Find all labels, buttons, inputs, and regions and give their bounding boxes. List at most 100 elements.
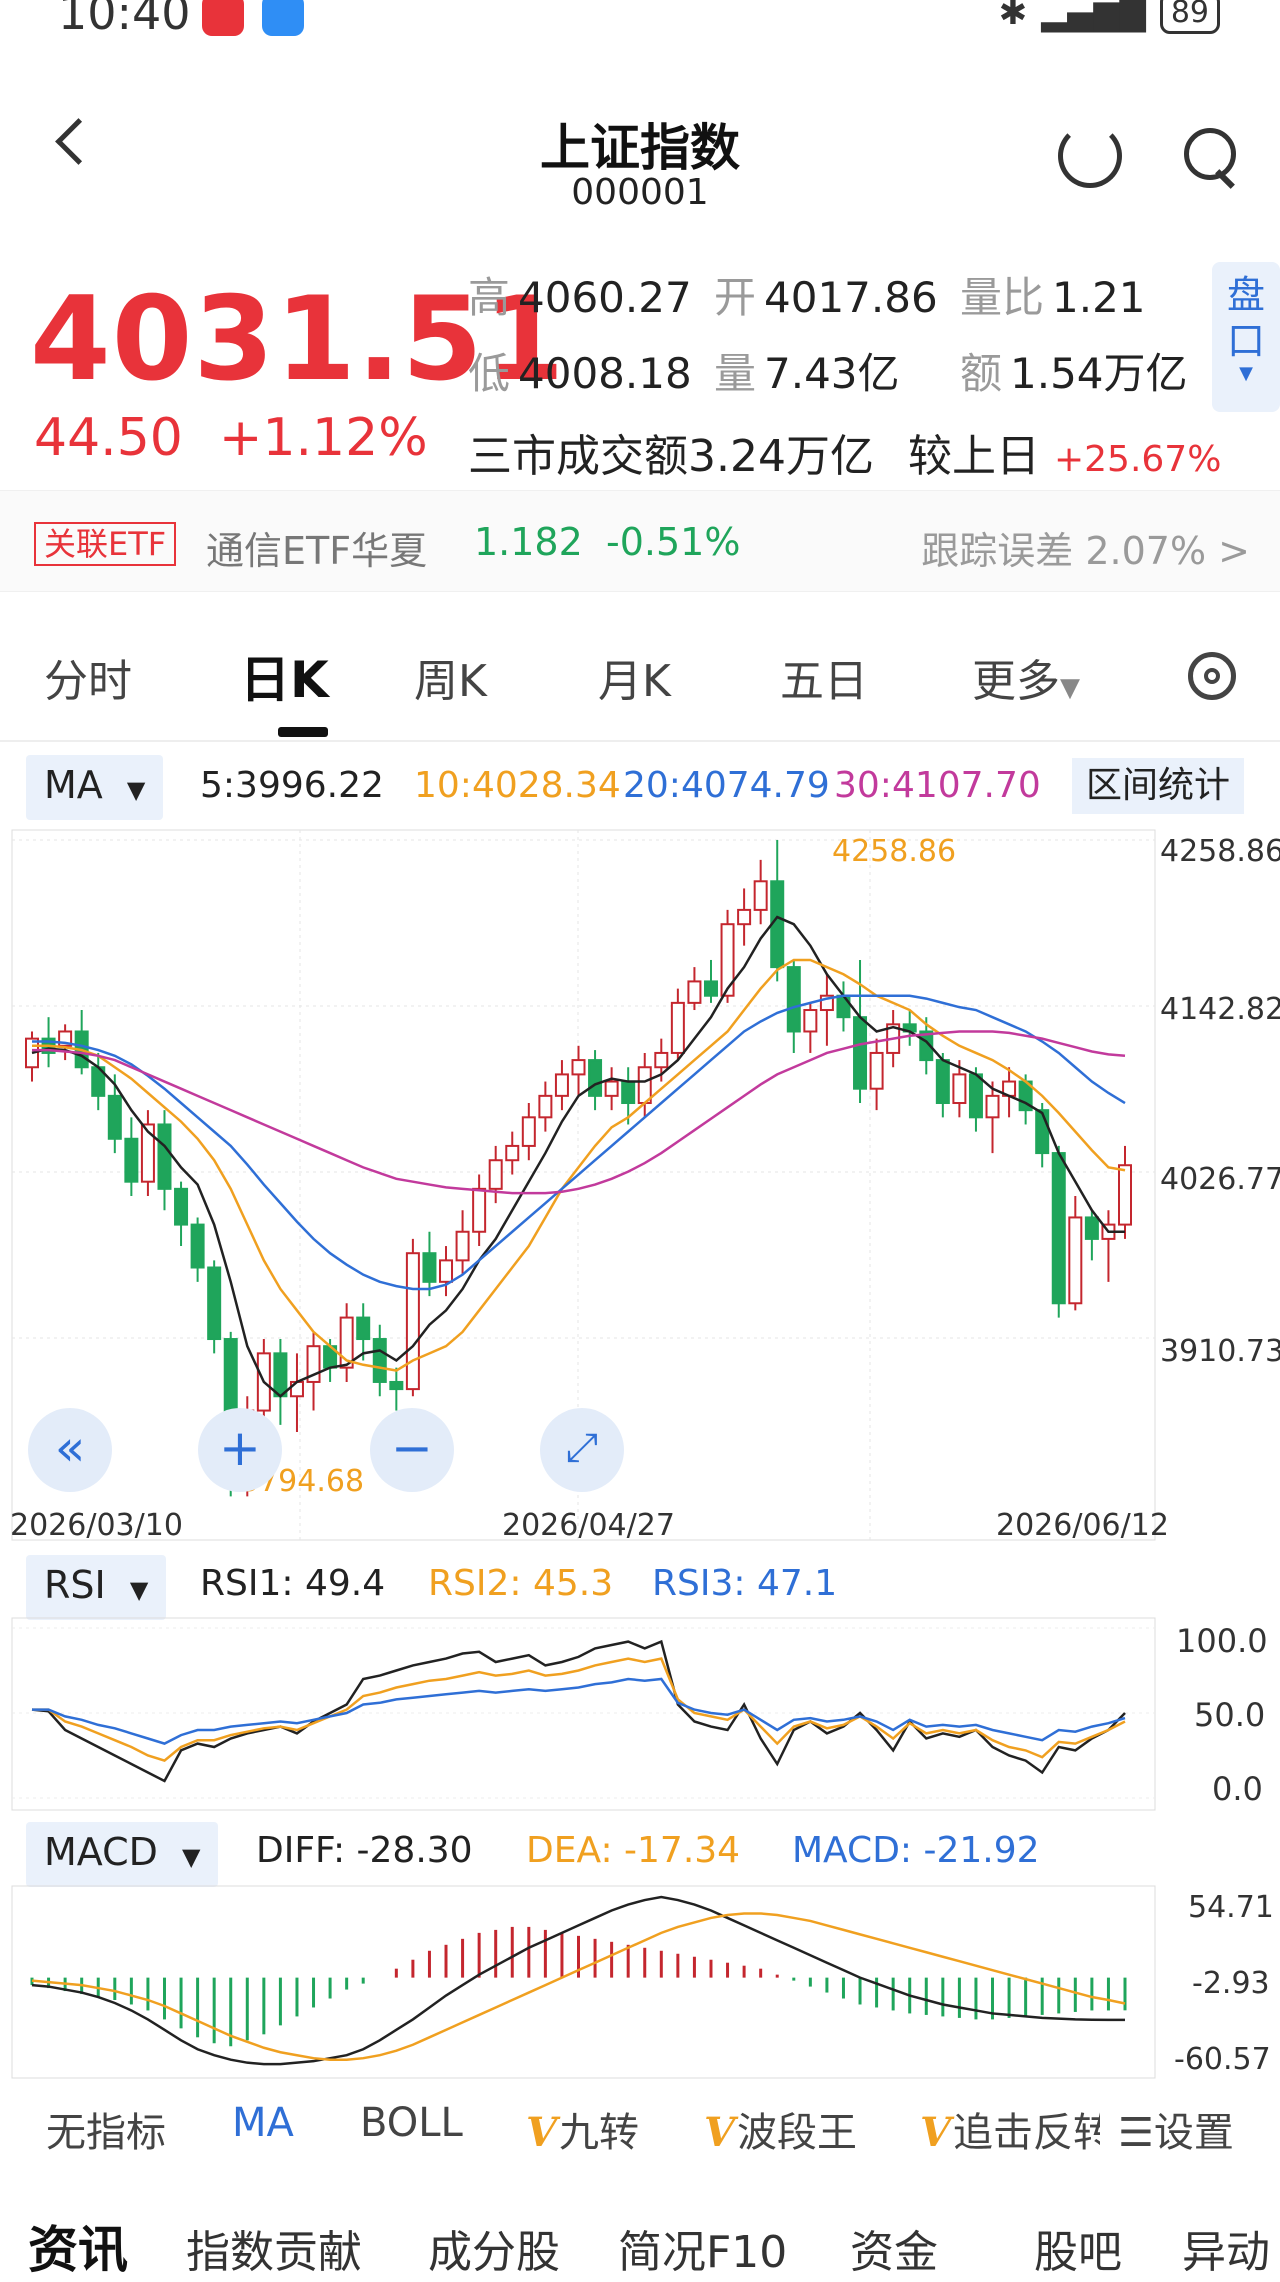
bluetooth-icon: ✱ — [998, 0, 1028, 33]
tab-movements[interactable]: 异动 — [1182, 2216, 1270, 2280]
zoom-in-button[interactable]: + — [198, 1408, 282, 1492]
candle-body — [637, 1066, 652, 1105]
price-change: 44.50 +1.12% — [34, 408, 428, 468]
indicator-settings-button[interactable]: ☰设置 — [1112, 2100, 1234, 2158]
kline-chart[interactable] — [0, 826, 1280, 1548]
candle-body — [968, 1073, 983, 1119]
ma20-value: 20:4074.79 — [623, 765, 830, 806]
tracking-error[interactable]: 跟踪误差 2.07% > — [921, 520, 1250, 575]
x-date-2: 2026/06/12 — [996, 1508, 1169, 1543]
weather-app-icon — [262, 0, 304, 36]
indicator-zhuiji[interactable]: V追击反转 — [920, 2100, 1100, 2158]
pankou-button[interactable]: 盘口 ▼ — [1212, 262, 1280, 412]
ma-selector[interactable]: MA ▼ — [26, 755, 164, 820]
macd-value: MACD: -21.92 — [792, 1830, 1040, 1871]
tab-underline — [278, 727, 328, 737]
dea-value: DEA: -17.34 — [526, 1830, 741, 1871]
fullscreen-icon[interactable]: ⤢ — [540, 1408, 624, 1492]
candle-body — [124, 1137, 139, 1183]
candle-body — [389, 1380, 404, 1391]
candle-body — [1035, 1109, 1050, 1155]
candle-body — [786, 966, 801, 1033]
search-icon[interactable] — [1184, 128, 1236, 180]
rsi-selector[interactable]: RSI ▼ — [26, 1555, 167, 1620]
indicator-jiuzhuan[interactable]: V九转 — [526, 2100, 639, 2158]
candle-body — [505, 1144, 520, 1162]
tab-five-day[interactable]: 五日 — [780, 645, 868, 709]
gear-icon-center — [1204, 668, 1220, 684]
tab-index-contribution[interactable]: 指数贡献 — [186, 2216, 362, 2280]
diff-value: DIFF: -28.30 — [256, 1830, 473, 1871]
settings-label: 设置 — [1153, 2110, 1234, 2156]
caret-down-icon: ▼ — [1060, 673, 1080, 703]
candle-body — [107, 1094, 122, 1140]
tab-constituents[interactable]: 成分股 — [428, 2216, 560, 2280]
indicator-boll[interactable]: BOLL — [360, 2100, 463, 2146]
candle-body — [737, 908, 752, 926]
rsi2-value: RSI2: 45.3 — [428, 1563, 614, 1604]
tab-daily-k[interactable]: 日K — [240, 640, 329, 712]
candle-body — [853, 1016, 868, 1090]
v-mark-icon: V — [920, 2109, 952, 2156]
tab-more-label: 更多 — [972, 656, 1060, 707]
candle-body — [604, 1080, 619, 1097]
vs-prev-label: 较上日 — [907, 431, 1040, 482]
stat-high: 高 4060.27 — [468, 273, 692, 322]
candle-body — [703, 980, 718, 997]
etf-name[interactable]: 通信ETF华夏 — [206, 520, 427, 575]
market-turnover-text: 三市成交额3.24万亿 — [468, 431, 874, 482]
status-time: 10:40 — [58, 0, 191, 40]
change-percent: +1.12% — [218, 408, 428, 468]
interval-stats-button[interactable]: 区间统计 — [1072, 758, 1245, 814]
ma-selector-label: MA — [44, 763, 103, 807]
candle-body — [753, 880, 768, 911]
candle-body — [422, 1252, 437, 1283]
tab-forum[interactable]: 股吧 — [1034, 2216, 1122, 2280]
y-tick-3: 3910.73 — [1160, 1334, 1280, 1369]
ma10-value: 10:4028.34 — [414, 765, 621, 806]
tab-funds[interactable]: 资金 — [850, 2216, 938, 2280]
tab-monthly-k[interactable]: 月K — [598, 645, 671, 709]
indicator-none[interactable]: 无指标 — [46, 2100, 166, 2158]
stat-open: 开 4017.86 — [714, 273, 938, 322]
macd-selector[interactable]: MACD ▼ — [26, 1822, 219, 1887]
stat-ratio: 量比 1.21 — [960, 273, 1146, 322]
tab-news[interactable]: 资讯 — [28, 2210, 128, 2282]
candle-body — [869, 1051, 884, 1090]
macd-chart[interactable] — [0, 1884, 1280, 2080]
signal-icon: ▂▄▆█ — [1041, 0, 1146, 33]
y-tick-0: 4258.86 — [1160, 834, 1280, 869]
rsi-y-tick-1: 50.0 — [1194, 1696, 1266, 1734]
battery-icon: 89 — [1159, 0, 1220, 34]
tab-profile-f10[interactable]: 简况F10 — [618, 2216, 787, 2280]
x-date-0: 2026/03/10 — [10, 1508, 183, 1543]
indicator-boduanwang[interactable]: V波段王 — [704, 2100, 857, 2158]
y-tick-2: 4026.77 — [1160, 1162, 1280, 1197]
pankou-label: 盘口 — [1226, 273, 1265, 363]
caret-down-icon: ▼ — [129, 1576, 149, 1604]
rsi-chart[interactable] — [0, 1616, 1280, 1812]
stat-volume: 量 7.43亿 — [714, 349, 900, 398]
refresh-icon[interactable] — [1058, 124, 1122, 188]
candle-body — [521, 1116, 536, 1147]
zoom-out-button[interactable]: − — [370, 1408, 454, 1492]
scroll-back-button[interactable]: « — [28, 1408, 112, 1492]
rsi-selector-label: RSI — [44, 1563, 106, 1607]
candle-body — [488, 1159, 503, 1190]
candle-body — [372, 1338, 387, 1383]
tab-intraday[interactable]: 分时 — [44, 645, 132, 709]
candle-body — [670, 1001, 685, 1054]
rsi-frame — [11, 1617, 1156, 1811]
rsi1-line — [31, 1639, 1126, 1783]
indicator-ma[interactable]: MA — [232, 2100, 294, 2146]
tab-weekly-k[interactable]: 周K — [414, 645, 487, 709]
tab-more[interactable]: 更多▼ — [972, 645, 1080, 709]
candle-body — [538, 1094, 553, 1119]
status-indicators: ✱ ▂▄▆█ 89 — [999, 0, 1220, 34]
market-turnover: 三市成交额3.24万亿 较上日 +25.67% — [468, 420, 1221, 484]
candle-body — [174, 1187, 189, 1226]
max-price-label: 4258.86 — [832, 834, 957, 869]
huawei-app-icon — [202, 0, 244, 36]
tracking-error-text: 跟踪误差 2.07% — [921, 529, 1207, 573]
etf-price: 1.182 — [474, 520, 583, 564]
